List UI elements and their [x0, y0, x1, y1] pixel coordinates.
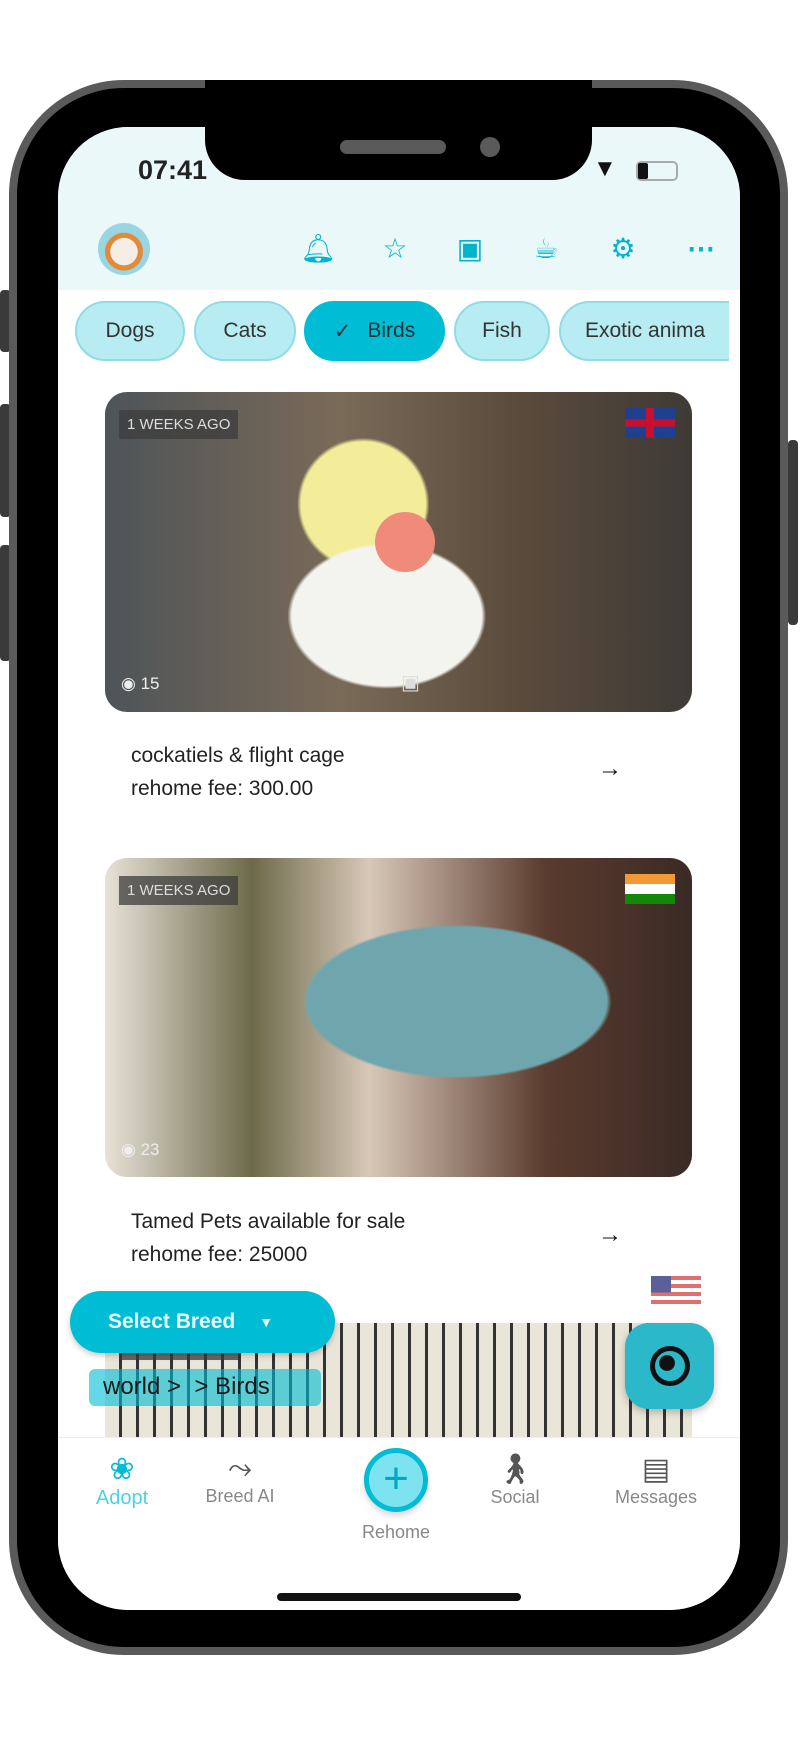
select-breed-button[interactable]: Select Breed ▼	[70, 1291, 335, 1353]
nav-messages[interactable]: ▤ Messages	[596, 1452, 716, 1508]
nav-label: Social	[490, 1487, 540, 1507]
uk-flag-icon	[625, 408, 675, 438]
bird-cheek	[375, 512, 435, 572]
lightbulb-icon[interactable]: ☆	[377, 231, 413, 267]
listing-title[interactable]: cockatiels & flight cage	[131, 744, 345, 768]
eye-icon: ◉	[121, 674, 141, 693]
chip-cats[interactable]: Cats	[194, 301, 296, 361]
eye-icon: ◉	[121, 1140, 141, 1159]
sparkle-chart-icon: ⤳	[228, 1452, 252, 1485]
check-icon: ✓	[333, 319, 352, 343]
listing-fee: rehome fee: 25000	[131, 1243, 308, 1266]
speaker	[340, 140, 446, 154]
listing-image[interactable]: 1 WEEKS AGO ◉ 15 ▣	[105, 392, 692, 712]
bell-icon[interactable]: 🔔︎	[300, 231, 336, 267]
plus-circle-icon: +	[364, 1448, 428, 1512]
phone-notch	[205, 80, 592, 180]
breadcrumb[interactable]: world > > Birds	[89, 1369, 321, 1406]
chip-label: Birds	[367, 319, 416, 342]
globe-fab[interactable]	[625, 1323, 714, 1409]
nav-label: Breed AI	[205, 1486, 275, 1506]
person-waving-icon: 🚶︎	[495, 1453, 535, 1486]
arrow-right-icon[interactable]: →	[598, 1221, 622, 1249]
chip-exotic[interactable]: Exotic anima	[559, 301, 729, 361]
video-icon: ▣	[401, 672, 420, 694]
dropdown-arrow-icon: ▼	[259, 1314, 274, 1330]
nav-label: Messages	[614, 1487, 698, 1507]
nav-breed-ai[interactable]: ⤳ Breed AI	[180, 1452, 300, 1507]
paw-icon: ❀	[109, 1453, 135, 1486]
nav-label: Adopt	[95, 1487, 149, 1509]
listing-fee: rehome fee: 300.00	[131, 777, 314, 800]
chip-dogs[interactable]: Dogs	[75, 301, 185, 361]
select-breed-label: Select Breed	[108, 1310, 236, 1333]
nav-rehome[interactable]: + Rehome	[336, 1448, 456, 1543]
nav-social[interactable]: 🚶︎ Social	[455, 1452, 575, 1508]
video-contact-icon[interactable]: ▣	[452, 231, 488, 267]
view-count: ◉ 23	[121, 1140, 160, 1159]
age-badge: 1 WEEKS AGO	[119, 876, 239, 905]
india-flag-icon	[625, 874, 675, 904]
chip-fish[interactable]: Fish	[454, 301, 550, 361]
listing-title[interactable]: Tamed Pets available for sale	[131, 1210, 405, 1234]
battery-icon	[636, 161, 678, 181]
home-indicator[interactable]	[277, 1593, 521, 1601]
view-count: ◉ 15	[121, 674, 160, 693]
chip-birds[interactable]: ✓ Birds	[304, 301, 445, 361]
nav-label: Rehome	[361, 1522, 431, 1542]
arrow-right-icon[interactable]: →	[598, 755, 622, 783]
usa-flag-icon	[651, 1276, 701, 1306]
avatar[interactable]	[98, 223, 150, 275]
wifi-icon: ▼	[593, 155, 617, 182]
listing-image[interactable]: 1 WEEKS AGO ◉ 23	[105, 858, 692, 1177]
age-badge: 1 WEEKS AGO	[119, 410, 239, 439]
more-icon[interactable]: ⋯	[683, 231, 719, 267]
status-time: 07:41	[138, 155, 208, 185]
globe-icon	[649, 1346, 690, 1386]
bottom-nav: ❀ Adopt ⤳ Breed AI + Rehome 🚶︎ Social ▤ …	[58, 1437, 740, 1610]
front-camera	[480, 137, 500, 157]
user-settings-icon[interactable]: ⚙	[605, 231, 641, 267]
coffee-cup-icon[interactable]: ☕︎	[528, 231, 564, 267]
nav-adopt[interactable]: ❀ Adopt	[62, 1452, 182, 1510]
power-button	[788, 440, 798, 625]
app-screen: 07:41 ▼ 🔔︎ ☆ ▣ ☕︎ ⚙ ⋯ Dogs Cats ✓ Birds F…	[58, 127, 740, 1610]
message-icon: ▤	[641, 1453, 671, 1486]
